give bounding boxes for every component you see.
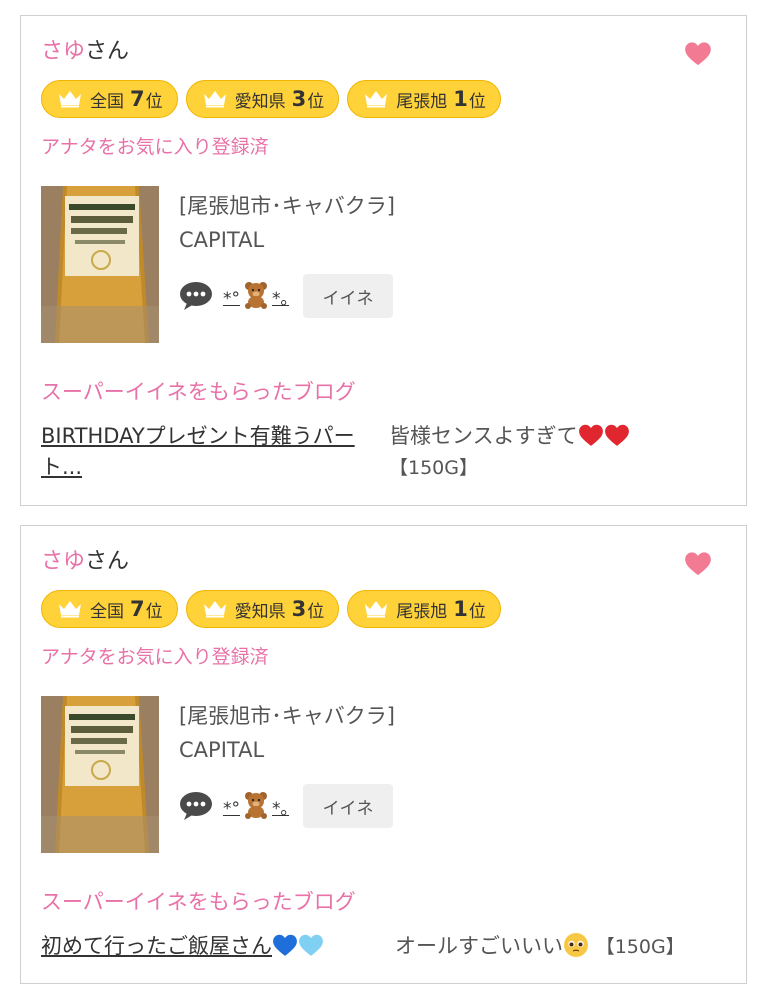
cast-name-suffix: *｡ (272, 289, 289, 309)
red-heart-icon (578, 424, 603, 446)
rank-area: 全国 (90, 601, 124, 622)
light-blue-heart-icon (299, 934, 323, 956)
super-iine-blog-heading: スーパーイイネをもらったブログ (41, 380, 356, 404)
rank-unit: 位 (468, 601, 486, 622)
heart-icon[interactable] (684, 40, 712, 68)
name-suffix: さん (85, 549, 130, 574)
teddy-bear-icon (245, 792, 267, 819)
rank-badges: 全国 7 位 愛知県 3 位 尾張旭 1 位 (41, 590, 501, 628)
blog-title-text: 初めて行ったご飯屋さん (41, 934, 272, 958)
comment-row: *° *｡ イイネ (179, 784, 393, 828)
rank-number: 7 (130, 597, 145, 621)
teddy-bear-icon (245, 282, 267, 309)
rank-unit: 位 (468, 91, 486, 112)
red-heart-icon (604, 424, 629, 446)
favorite-status: アナタをお気に入り登録済 (41, 646, 269, 668)
rank-number: 3 (291, 87, 307, 111)
rank-unit: 位 (145, 91, 163, 112)
cast-link[interactable]: *° *｡ (223, 281, 289, 311)
rank-area: 尾張旭 (396, 601, 448, 622)
crown-icon (365, 601, 388, 618)
blog-gold: 【150G】 (389, 457, 478, 479)
cast-link[interactable]: *° *｡ (223, 791, 289, 821)
blog-excerpt: 皆様センスよすぎて 【150G】 (389, 421, 719, 484)
user-name[interactable]: さゆ (41, 39, 85, 64)
rank-unit: 位 (307, 601, 325, 622)
rank-badge-prefecture[interactable]: 愛知県 3 位 (185, 80, 340, 118)
shop-name[interactable]: CAPITAL (179, 738, 264, 762)
blog-excerpt-text: オールすごいいい (395, 934, 563, 958)
cast-name-row[interactable]: さゆさん (41, 38, 129, 66)
rank-badge-national[interactable]: 全国 7 位 (41, 80, 178, 118)
comment-bubble-icon[interactable] (179, 791, 213, 821)
rank-area: 愛知県 (234, 91, 286, 112)
shop-area: [尾張旭市･キャバクラ] (179, 704, 395, 728)
rank-badge-city[interactable]: 尾張旭 1 位 (347, 590, 501, 628)
rank-area: 愛知県 (234, 601, 286, 622)
comment-row: *° *｡ イイネ (179, 274, 393, 318)
rank-unit: 位 (145, 601, 163, 622)
crown-icon (59, 601, 81, 618)
rank-badges: 全国 7 位 愛知県 3 位 尾張旭 1 位 (41, 80, 501, 118)
crown-icon (365, 91, 388, 108)
crown-icon (59, 91, 81, 108)
rank-badge-prefecture[interactable]: 愛知県 3 位 (185, 590, 340, 628)
crown-icon (203, 91, 226, 108)
rank-number: 3 (291, 597, 307, 621)
rank-number: 7 (130, 87, 145, 111)
crown-icon (203, 601, 226, 618)
cast-name-suffix: *｡ (272, 799, 289, 819)
rank-number: 1 (453, 597, 468, 621)
heart-icon[interactable] (684, 550, 712, 578)
iine-button[interactable]: イイネ (303, 784, 393, 828)
rank-unit: 位 (307, 91, 325, 112)
shop-area: [尾張旭市･キャバクラ] (179, 194, 395, 218)
user-name[interactable]: さゆ (41, 549, 85, 574)
thumbnail-image (41, 696, 159, 853)
rank-area: 全国 (90, 91, 124, 112)
blue-heart-icon (273, 934, 297, 956)
thumbnail-image (41, 186, 159, 343)
name-suffix: さん (85, 39, 130, 64)
cast-name-prefix: *° (223, 289, 240, 309)
ranking-card: さゆさん 全国7位 愛知県3位 尾張旭1位 アナタをお気に入り登録済 (20, 15, 747, 506)
rank-number: 1 (453, 87, 468, 111)
blog-gold: 【150G】 (595, 936, 685, 958)
blog-thumbnail[interactable] (41, 696, 159, 853)
iine-button[interactable]: イイネ (303, 274, 393, 318)
blog-title-link[interactable]: BIRTHDAYプレゼント有難うパート... (41, 421, 375, 483)
favorite-status: アナタをお気に入り登録済 (41, 136, 269, 158)
pleading-face-icon (564, 933, 588, 957)
cast-name-row[interactable]: さゆさん (41, 548, 129, 576)
blog-excerpt-text: 皆様センスよすぎて (389, 424, 578, 448)
ranking-card: さゆさん 全国7位 愛知県3位 尾張旭1位 アナタをお気に入り登録済 (20, 525, 747, 984)
blog-title-link[interactable]: 初めて行ったご飯屋さん (41, 931, 324, 962)
comment-bubble-icon[interactable] (179, 281, 213, 311)
blog-thumbnail[interactable] (41, 186, 159, 343)
rank-badge-city[interactable]: 尾張旭 1 位 (347, 80, 501, 118)
blog-excerpt: オールすごいいい 【150G】 (395, 931, 735, 963)
rank-badge-national[interactable]: 全国 7 位 (41, 590, 178, 628)
cast-name-prefix: *° (223, 799, 240, 819)
rank-area: 尾張旭 (396, 91, 448, 112)
shop-name[interactable]: CAPITAL (179, 228, 264, 252)
super-iine-blog-heading: スーパーイイネをもらったブログ (41, 890, 356, 914)
